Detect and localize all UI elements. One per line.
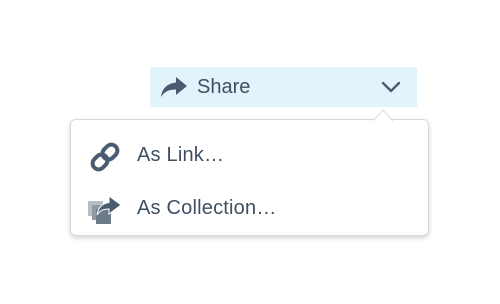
- share-ui: Share As Link… As Collection…: [0, 0, 500, 304]
- share-button[interactable]: Share: [150, 67, 417, 107]
- menu-item-label: As Collection…: [137, 197, 277, 219]
- chevron-down-icon[interactable]: [381, 80, 401, 94]
- collection-share-icon: [88, 195, 122, 224]
- share-label: Share: [197, 76, 251, 98]
- share-dropdown-menu: As Link… As Collection…: [70, 109, 429, 236]
- menu-item-as-link[interactable]: As Link…: [71, 134, 428, 178]
- share-arrow-icon: [161, 77, 187, 97]
- menu-item-as-collection[interactable]: As Collection…: [71, 187, 428, 231]
- menu-item-label: As Link…: [137, 144, 225, 166]
- menu-caret: [373, 109, 393, 121]
- link-icon: [90, 142, 120, 172]
